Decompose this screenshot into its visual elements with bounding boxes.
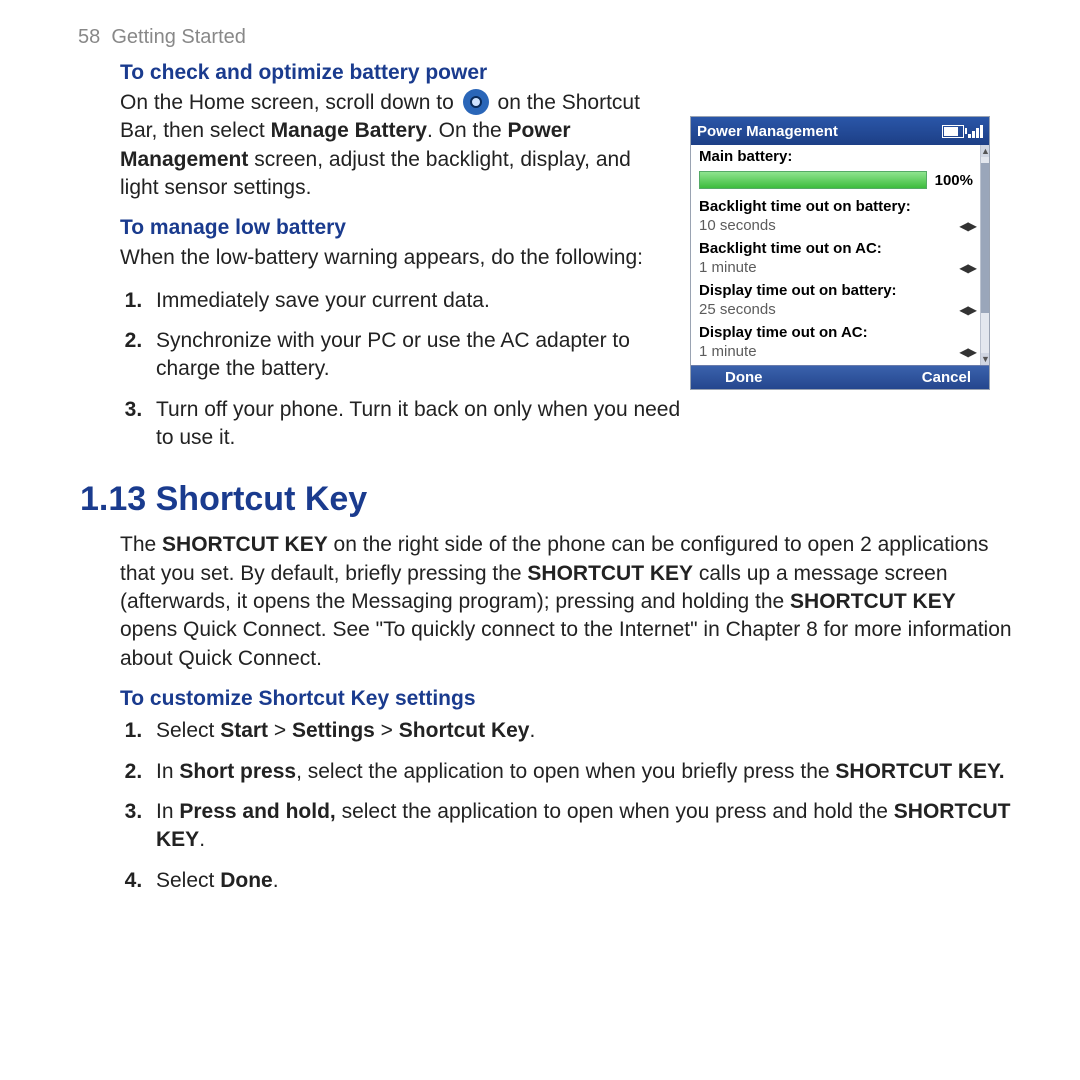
phone-titlebar: Power Management xyxy=(691,117,989,145)
label-display-battery: Display time out on battery: xyxy=(691,279,981,301)
para-low-battery: When the low-battery warning appears, do… xyxy=(120,244,660,272)
steps-customize-shortcut: Select Start > Settings > Shortcut Key. … xyxy=(120,717,1016,895)
scroll-down-icon[interactable]: ▼ xyxy=(981,353,989,365)
steps-low-battery: Immediately save your current data. Sync… xyxy=(120,287,688,453)
list-item: Turn off your phone. Turn it back on onl… xyxy=(148,396,688,453)
subheading-optimize-battery: To check and optimize battery power xyxy=(120,61,1016,85)
value-backlight-ac[interactable]: 1 minute◀ ▶ xyxy=(691,259,981,279)
label-display-ac: Display time out on AC: xyxy=(691,321,981,343)
page-number: 58 xyxy=(78,26,100,48)
scroll-thumb[interactable] xyxy=(981,163,989,313)
label-main-battery: Main battery: xyxy=(691,145,981,167)
list-item: Immediately save your current data. xyxy=(148,287,688,315)
list-item: Select Done. xyxy=(148,867,1016,895)
battery-progress-bar xyxy=(699,171,927,189)
page-header: 58 Getting Started xyxy=(78,26,1016,49)
list-item: Synchronize with your PC or use the AC a… xyxy=(148,327,688,384)
scroll-up-icon[interactable]: ▲ xyxy=(981,145,989,157)
para-optimize-battery: On the Home screen, scroll down to on th… xyxy=(120,89,660,202)
spinner-arrows-icon[interactable]: ◀ ▶ xyxy=(959,345,975,359)
value-display-battery[interactable]: 25 seconds◀ ▶ xyxy=(691,301,981,321)
shortcut-bar-icon xyxy=(463,89,489,115)
phone-softkeys: Done Cancel xyxy=(691,365,989,389)
battery-progress-row: 100% xyxy=(691,167,981,195)
section-title-shortcut-key: 1.13 Shortcut Key xyxy=(80,480,1016,519)
list-item: In Short press, select the application t… xyxy=(148,758,1016,786)
label-backlight-ac: Backlight time out on AC: xyxy=(691,237,981,259)
subheading-customize-shortcut: To customize Shortcut Key settings xyxy=(120,687,1016,711)
phone-scrollbar[interactable]: ▲ ▼ xyxy=(980,145,989,365)
phone-screenshot: Power Management Main battery: 100% Back… xyxy=(690,116,990,390)
spinner-arrows-icon[interactable]: ◀ ▶ xyxy=(959,219,975,233)
chapter-title: Getting Started xyxy=(111,26,246,48)
para-shortcut-key: The SHORTCUT KEY on the right side of th… xyxy=(120,531,1016,673)
cancel-button[interactable]: Cancel xyxy=(860,366,989,389)
spinner-arrows-icon[interactable]: ◀ ▶ xyxy=(959,303,975,317)
status-icons xyxy=(942,125,983,138)
list-item: In Press and hold, select the applicatio… xyxy=(148,798,1016,855)
done-button[interactable]: Done xyxy=(691,366,860,389)
label-backlight-battery: Backlight time out on battery: xyxy=(691,195,981,217)
value-display-ac[interactable]: 1 minute◀ ▶ xyxy=(691,343,981,363)
value-backlight-battery[interactable]: 10 seconds◀ ▶ xyxy=(691,217,981,237)
list-item: Select Start > Settings > Shortcut Key. xyxy=(148,717,1016,745)
signal-icon xyxy=(968,125,983,138)
phone-title: Power Management xyxy=(697,123,838,140)
battery-percentage: 100% xyxy=(935,172,973,189)
spinner-arrows-icon[interactable]: ◀ ▶ xyxy=(959,261,975,275)
battery-icon xyxy=(942,125,964,138)
